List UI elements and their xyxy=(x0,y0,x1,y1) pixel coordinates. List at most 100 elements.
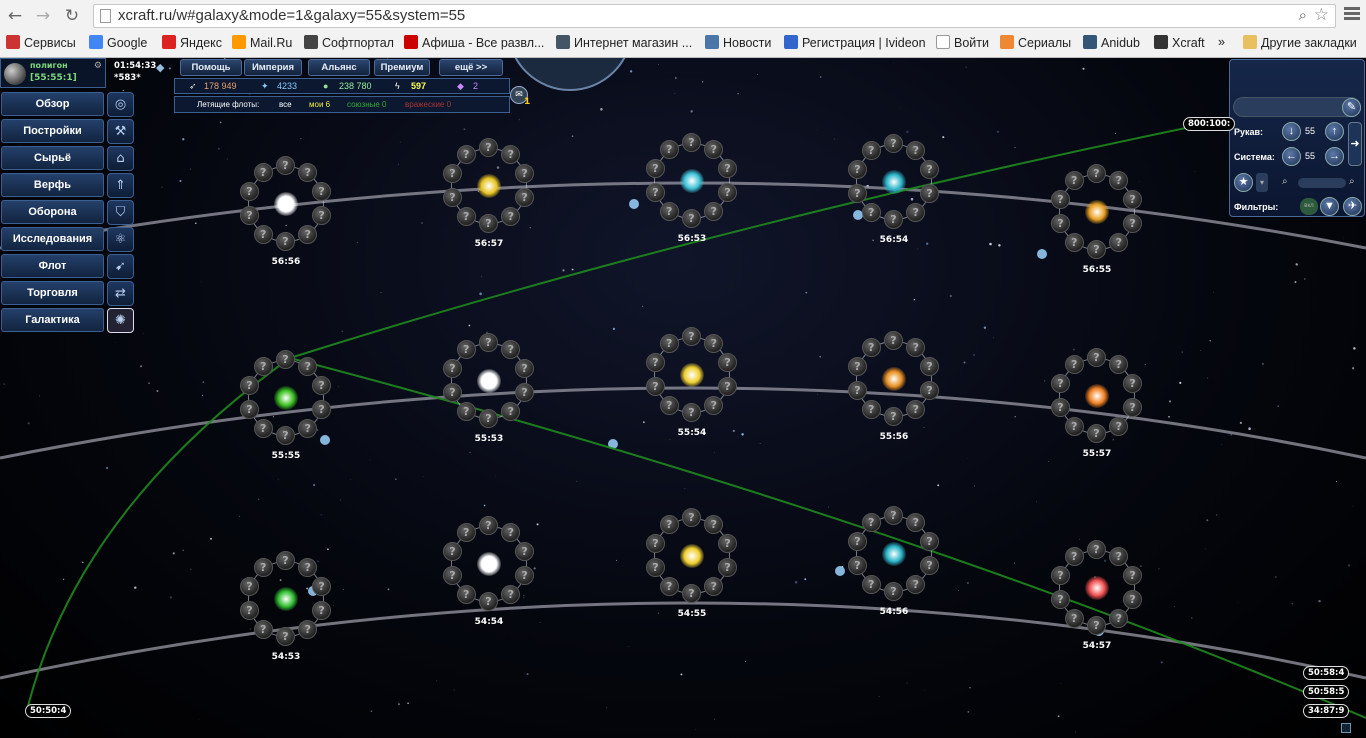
unknown-planet-icon[interactable]: ? xyxy=(1064,608,1084,628)
star-icon[interactable] xyxy=(477,552,501,576)
unknown-planet-icon[interactable]: ? xyxy=(682,209,701,228)
nav-item[interactable]: Галактика ✺ xyxy=(0,307,136,334)
unknown-planet-icon[interactable]: ? xyxy=(239,399,259,419)
unknown-planet-icon[interactable]: ? xyxy=(645,376,665,396)
unknown-planet-icon[interactable]: ? xyxy=(718,534,738,554)
unknown-planet-icon[interactable]: ? xyxy=(312,205,332,225)
nav-button[interactable]: Флот xyxy=(1,254,104,278)
unknown-planet-icon[interactable]: ? xyxy=(884,582,903,601)
nav-button[interactable]: Обзор xyxy=(1,92,104,116)
unknown-planet-icon[interactable]: ? xyxy=(312,600,332,620)
coord-badge[interactable]: 800:100: xyxy=(1183,117,1236,131)
bookmark-item[interactable]: Войти xyxy=(936,35,989,50)
unknown-planet-icon[interactable]: ? xyxy=(276,232,295,251)
nav-button[interactable]: Оборона xyxy=(1,200,104,224)
galaxy-icon[interactable]: ✺ xyxy=(107,308,134,333)
unknown-planet-icon[interactable]: ? xyxy=(884,134,903,153)
build-icon[interactable]: ⚒ xyxy=(107,119,134,144)
bookmark-item[interactable]: Софтпортал xyxy=(304,35,394,50)
unknown-planet-icon[interactable]: ? xyxy=(659,576,679,596)
player-box[interactable]: полигон [55:55:1] ⚙ xyxy=(0,58,106,88)
nav-button[interactable]: Галактика xyxy=(1,308,104,332)
star-icon[interactable] xyxy=(882,367,906,391)
unknown-planet-icon[interactable]: ? xyxy=(1123,213,1143,233)
unknown-planet-icon[interactable]: ? xyxy=(1123,190,1143,210)
star-icon[interactable] xyxy=(680,363,704,387)
unknown-planet-icon[interactable]: ? xyxy=(718,376,738,396)
unknown-planet-icon[interactable]: ? xyxy=(659,201,679,221)
unknown-planet-icon[interactable]: ? xyxy=(515,382,535,402)
unknown-planet-icon[interactable]: ? xyxy=(659,515,679,535)
star-system[interactable]: ?????????? 55:53 xyxy=(441,333,537,444)
filter-icon[interactable]: ▼ xyxy=(1320,197,1339,216)
unknown-planet-icon[interactable]: ? xyxy=(501,584,521,604)
star-system[interactable]: ?????????? 55:54 xyxy=(644,327,740,438)
unknown-planet-icon[interactable]: ? xyxy=(501,206,521,226)
star-icon[interactable] xyxy=(477,174,501,198)
unknown-planet-icon[interactable]: ? xyxy=(1087,424,1106,443)
unknown-planet-icon[interactable]: ? xyxy=(479,138,498,157)
other-bookmarks[interactable]: Другие закладки xyxy=(1243,35,1357,50)
nav-button[interactable]: Постройки xyxy=(1,119,104,143)
system-prev-icon[interactable]: ← xyxy=(1282,147,1301,166)
unknown-planet-icon[interactable]: ? xyxy=(682,584,701,603)
bookmark-item[interactable]: Афиша - Все развл... xyxy=(404,35,544,50)
info-icon[interactable]: ◆ xyxy=(156,61,164,74)
address-bar[interactable]: xcraft.ru/w#galaxy&mode=1&galaxy=55&syst… xyxy=(93,4,1336,28)
unknown-planet-icon[interactable]: ? xyxy=(253,418,273,438)
galaxy-view[interactable]: ?????????? 56:56?????????? 56:57??????????… xyxy=(0,58,1366,738)
unknown-planet-icon[interactable]: ? xyxy=(456,145,476,165)
unknown-planet-icon[interactable]: ? xyxy=(276,627,295,646)
arm-up-icon[interactable]: ↑ xyxy=(1325,122,1344,141)
go-arrow-icon[interactable]: ➜ xyxy=(1348,122,1362,166)
star-system[interactable]: ?????????? 56:56 xyxy=(238,156,334,267)
zoom-slider[interactable] xyxy=(1298,178,1346,188)
trade-icon[interactable]: ⇄ xyxy=(107,281,134,306)
bookmarks-more[interactable]: » xyxy=(1218,35,1225,49)
nav-item[interactable]: Торговля ⇄ xyxy=(0,280,136,307)
unknown-planet-icon[interactable]: ? xyxy=(1050,213,1070,233)
nav-item[interactable]: Обзор ◎ xyxy=(0,91,136,118)
unknown-planet-icon[interactable]: ? xyxy=(906,202,926,222)
unknown-planet-icon[interactable]: ? xyxy=(659,140,679,160)
system-value[interactable]: 55 xyxy=(1305,151,1315,161)
unknown-planet-icon[interactable]: ? xyxy=(704,576,724,596)
star-system[interactable]: ?????????? 54:53 xyxy=(238,551,334,662)
nav-item[interactable]: Верфь ⇑ xyxy=(0,172,136,199)
star-icon[interactable] xyxy=(882,542,906,566)
unknown-planet-icon[interactable]: ? xyxy=(884,210,903,229)
unknown-planet-icon[interactable]: ? xyxy=(312,577,332,597)
star-system[interactable]: ?????????? 56:54 xyxy=(846,134,942,245)
bookmark-item[interactable]: Xcraft xyxy=(1154,35,1205,50)
unknown-planet-icon[interactable]: ? xyxy=(920,357,940,377)
unknown-planet-icon[interactable]: ? xyxy=(718,557,738,577)
planet-icon[interactable]: ◎ xyxy=(107,92,134,117)
unknown-planet-icon[interactable]: ? xyxy=(884,506,903,525)
unknown-planet-icon[interactable]: ? xyxy=(718,159,738,179)
star-icon[interactable] xyxy=(1085,200,1109,224)
bookmark-star-icon[interactable]: ☆ xyxy=(1314,5,1329,25)
star-icon[interactable] xyxy=(680,544,704,568)
star-icon[interactable] xyxy=(1085,576,1109,600)
unknown-planet-icon[interactable]: ? xyxy=(645,182,665,202)
star-icon[interactable] xyxy=(882,170,906,194)
unknown-planet-icon[interactable]: ? xyxy=(1123,589,1143,609)
unknown-planet-icon[interactable]: ? xyxy=(456,523,476,543)
unknown-planet-icon[interactable]: ? xyxy=(239,600,259,620)
unknown-planet-icon[interactable]: ? xyxy=(298,224,318,244)
unknown-planet-icon[interactable]: ? xyxy=(682,508,701,527)
unknown-planet-icon[interactable]: ? xyxy=(239,205,259,225)
satellite-icon[interactable]: ✈ xyxy=(1343,197,1362,216)
unknown-planet-icon[interactable]: ? xyxy=(1123,374,1143,394)
unknown-planet-icon[interactable]: ? xyxy=(645,557,665,577)
unknown-planet-icon[interactable]: ? xyxy=(1087,240,1106,259)
unknown-planet-icon[interactable]: ? xyxy=(861,202,881,222)
star-icon[interactable] xyxy=(680,169,704,193)
unknown-planet-icon[interactable]: ? xyxy=(920,183,940,203)
unknown-planet-icon[interactable]: ? xyxy=(718,182,738,202)
star-system[interactable]: ?????????? 54:57 xyxy=(1049,540,1145,651)
unknown-planet-icon[interactable]: ? xyxy=(253,619,273,639)
unknown-planet-icon[interactable]: ? xyxy=(1064,416,1084,436)
unknown-planet-icon[interactable]: ? xyxy=(906,399,926,419)
coord-badge[interactable]: 50:58:4 xyxy=(1303,666,1350,680)
